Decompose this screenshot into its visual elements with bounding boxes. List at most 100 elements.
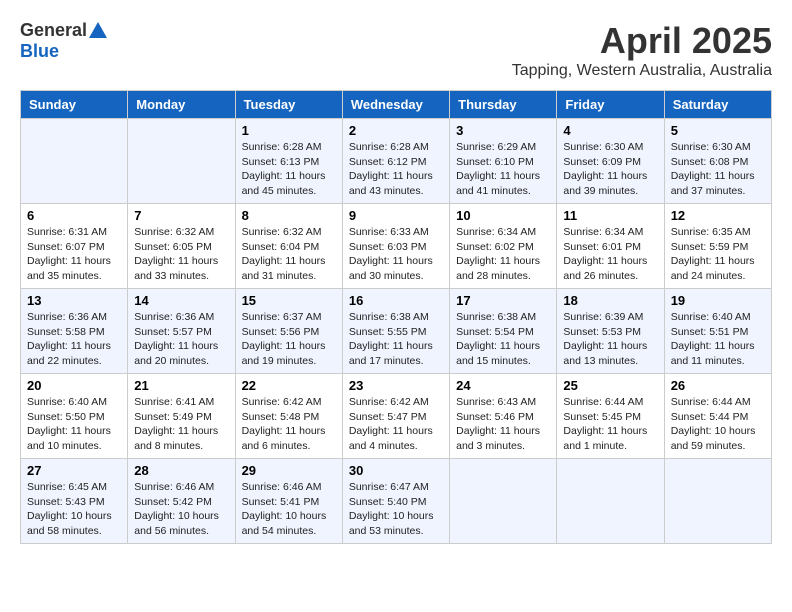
calendar-week-row: 13 Sunrise: 6:36 AM Sunset: 5:58 PM Dayli… <box>21 289 772 374</box>
calendar-week-row: 20 Sunrise: 6:40 AM Sunset: 5:50 PM Dayli… <box>21 374 772 459</box>
day-detail: Sunrise: 6:31 AM Sunset: 6:07 PM Dayligh… <box>27 225 121 284</box>
weekday-header-thursday: Thursday <box>450 91 557 119</box>
weekday-header-row: SundayMondayTuesdayWednesdayThursdayFrid… <box>21 91 772 119</box>
day-number: 12 <box>671 208 765 223</box>
day-detail: Sunrise: 6:29 AM Sunset: 6:10 PM Dayligh… <box>456 140 550 199</box>
day-detail: Sunrise: 6:43 AM Sunset: 5:46 PM Dayligh… <box>456 395 550 454</box>
page-header: General Blue April 2025 Tapping, Western… <box>20 20 772 80</box>
day-detail: Sunrise: 6:40 AM Sunset: 5:50 PM Dayligh… <box>27 395 121 454</box>
day-detail: Sunrise: 6:28 AM Sunset: 6:13 PM Dayligh… <box>242 140 336 199</box>
day-detail: Sunrise: 6:44 AM Sunset: 5:45 PM Dayligh… <box>563 395 657 454</box>
day-number: 24 <box>456 378 550 393</box>
day-number: 11 <box>563 208 657 223</box>
calendar-table: SundayMondayTuesdayWednesdayThursdayFrid… <box>20 90 772 544</box>
day-number: 10 <box>456 208 550 223</box>
day-detail: Sunrise: 6:44 AM Sunset: 5:44 PM Dayligh… <box>671 395 765 454</box>
day-number: 30 <box>349 463 443 478</box>
weekday-header-monday: Monday <box>128 91 235 119</box>
logo-icon <box>89 22 107 38</box>
day-number: 29 <box>242 463 336 478</box>
calendar-day-19: 19 Sunrise: 6:40 AM Sunset: 5:51 PM Dayli… <box>664 289 771 374</box>
day-number: 27 <box>27 463 121 478</box>
weekday-header-wednesday: Wednesday <box>342 91 449 119</box>
weekday-header-tuesday: Tuesday <box>235 91 342 119</box>
day-detail: Sunrise: 6:32 AM Sunset: 6:05 PM Dayligh… <box>134 225 228 284</box>
day-detail: Sunrise: 6:33 AM Sunset: 6:03 PM Dayligh… <box>349 225 443 284</box>
calendar-empty-cell <box>21 119 128 204</box>
calendar-day-10: 10Sunrise: 6:34 AM Sunset: 6:02 PM Dayli… <box>450 204 557 289</box>
calendar-week-row: 6Sunrise: 6:31 AM Sunset: 6:07 PM Daylig… <box>21 204 772 289</box>
calendar-day-5: 5 Sunrise: 6:30 AM Sunset: 6:08 PM Daylig… <box>664 119 771 204</box>
title-section: April 2025 Tapping, Western Australia, A… <box>512 20 772 80</box>
day-number: 20 <box>27 378 121 393</box>
day-detail: Sunrise: 6:34 AM Sunset: 6:01 PM Dayligh… <box>563 225 657 284</box>
calendar-empty-cell <box>450 459 557 544</box>
day-number: 19 <box>671 293 765 308</box>
day-detail: Sunrise: 6:42 AM Sunset: 5:47 PM Dayligh… <box>349 395 443 454</box>
weekday-header-friday: Friday <box>557 91 664 119</box>
month-title: April 2025 <box>512 20 772 62</box>
calendar-day-4: 4Sunrise: 6:30 AM Sunset: 6:09 PM Daylig… <box>557 119 664 204</box>
day-detail: Sunrise: 6:30 AM Sunset: 6:09 PM Dayligh… <box>563 140 657 199</box>
day-detail: Sunrise: 6:40 AM Sunset: 5:51 PM Dayligh… <box>671 310 765 369</box>
day-number: 9 <box>349 208 443 223</box>
calendar-day-25: 25 Sunrise: 6:44 AM Sunset: 5:45 PM Dayli… <box>557 374 664 459</box>
day-number: 18 <box>563 293 657 308</box>
day-number: 5 <box>671 123 765 138</box>
calendar-day-14: 14 Sunrise: 6:36 AM Sunset: 5:57 PM Dayli… <box>128 289 235 374</box>
calendar-day-18: 18 Sunrise: 6:39 AM Sunset: 5:53 PM Dayli… <box>557 289 664 374</box>
day-detail: Sunrise: 6:42 AM Sunset: 5:48 PM Dayligh… <box>242 395 336 454</box>
day-detail: Sunrise: 6:36 AM Sunset: 5:58 PM Dayligh… <box>27 310 121 369</box>
day-detail: Sunrise: 6:37 AM Sunset: 5:56 PM Dayligh… <box>242 310 336 369</box>
day-number: 7 <box>134 208 228 223</box>
weekday-header-saturday: Saturday <box>664 91 771 119</box>
day-detail: Sunrise: 6:30 AM Sunset: 6:08 PM Dayligh… <box>671 140 765 199</box>
day-detail: Sunrise: 6:38 AM Sunset: 5:54 PM Dayligh… <box>456 310 550 369</box>
calendar-day-6: 6Sunrise: 6:31 AM Sunset: 6:07 PM Daylig… <box>21 204 128 289</box>
day-detail: Sunrise: 6:46 AM Sunset: 5:41 PM Dayligh… <box>242 480 336 539</box>
weekday-header-sunday: Sunday <box>21 91 128 119</box>
day-number: 8 <box>242 208 336 223</box>
logo-blue-text: Blue <box>20 41 59 62</box>
calendar-day-7: 7 Sunrise: 6:32 AM Sunset: 6:05 PM Daylig… <box>128 204 235 289</box>
logo: General Blue <box>20 20 107 62</box>
day-number: 26 <box>671 378 765 393</box>
calendar-day-30: 30Sunrise: 6:47 AM Sunset: 5:40 PM Dayli… <box>342 459 449 544</box>
day-number: 28 <box>134 463 228 478</box>
calendar-day-28: 28 Sunrise: 6:46 AM Sunset: 5:42 PM Dayli… <box>128 459 235 544</box>
calendar-day-20: 20 Sunrise: 6:40 AM Sunset: 5:50 PM Dayli… <box>21 374 128 459</box>
calendar-empty-cell <box>664 459 771 544</box>
calendar-day-27: 27 Sunrise: 6:45 AM Sunset: 5:43 PM Dayli… <box>21 459 128 544</box>
day-detail: Sunrise: 6:46 AM Sunset: 5:42 PM Dayligh… <box>134 480 228 539</box>
day-detail: Sunrise: 6:35 AM Sunset: 5:59 PM Dayligh… <box>671 225 765 284</box>
calendar-day-11: 11 Sunrise: 6:34 AM Sunset: 6:01 PM Dayli… <box>557 204 664 289</box>
day-number: 25 <box>563 378 657 393</box>
calendar-week-row: 1Sunrise: 6:28 AM Sunset: 6:13 PM Daylig… <box>21 119 772 204</box>
calendar-day-23: 23 Sunrise: 6:42 AM Sunset: 5:47 PM Dayli… <box>342 374 449 459</box>
day-number: 16 <box>349 293 443 308</box>
day-detail: Sunrise: 6:28 AM Sunset: 6:12 PM Dayligh… <box>349 140 443 199</box>
calendar-day-17: 17 Sunrise: 6:38 AM Sunset: 5:54 PM Dayli… <box>450 289 557 374</box>
day-detail: Sunrise: 6:39 AM Sunset: 5:53 PM Dayligh… <box>563 310 657 369</box>
day-detail: Sunrise: 6:45 AM Sunset: 5:43 PM Dayligh… <box>27 480 121 539</box>
day-number: 22 <box>242 378 336 393</box>
calendar-week-row: 27 Sunrise: 6:45 AM Sunset: 5:43 PM Dayli… <box>21 459 772 544</box>
day-detail: Sunrise: 6:32 AM Sunset: 6:04 PM Dayligh… <box>242 225 336 284</box>
day-number: 3 <box>456 123 550 138</box>
day-number: 13 <box>27 293 121 308</box>
calendar-day-16: 16Sunrise: 6:38 AM Sunset: 5:55 PM Dayli… <box>342 289 449 374</box>
day-detail: Sunrise: 6:36 AM Sunset: 5:57 PM Dayligh… <box>134 310 228 369</box>
calendar-empty-cell <box>557 459 664 544</box>
calendar-day-2: 2 Sunrise: 6:28 AM Sunset: 6:12 PM Daylig… <box>342 119 449 204</box>
calendar-day-13: 13 Sunrise: 6:36 AM Sunset: 5:58 PM Dayli… <box>21 289 128 374</box>
day-number: 23 <box>349 378 443 393</box>
day-number: 21 <box>134 378 228 393</box>
calendar-day-24: 24 Sunrise: 6:43 AM Sunset: 5:46 PM Dayli… <box>450 374 557 459</box>
day-number: 17 <box>456 293 550 308</box>
calendar-day-3: 3 Sunrise: 6:29 AM Sunset: 6:10 PM Daylig… <box>450 119 557 204</box>
logo-general-text: General <box>20 20 87 41</box>
calendar-day-12: 12 Sunrise: 6:35 AM Sunset: 5:59 PM Dayli… <box>664 204 771 289</box>
calendar-day-29: 29 Sunrise: 6:46 AM Sunset: 5:41 PM Dayli… <box>235 459 342 544</box>
day-number: 14 <box>134 293 228 308</box>
day-number: 2 <box>349 123 443 138</box>
